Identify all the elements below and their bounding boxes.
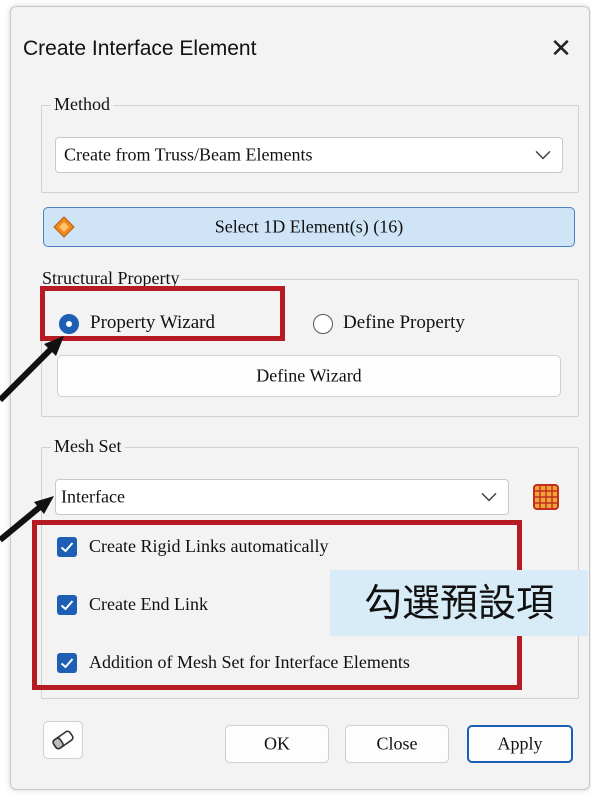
title-bar[interactable]: Create Interface Element ✕ <box>11 7 589 83</box>
define-wizard-button[interactable]: Define Wizard <box>57 355 561 397</box>
method-dropdown-value: Create from Truss/Beam Elements <box>64 144 313 165</box>
create-end-link-checkbox[interactable] <box>57 595 77 615</box>
chevron-down-icon <box>535 150 551 160</box>
mesh-set-legend: Mesh Set <box>51 436 125 457</box>
eraser-icon <box>52 730 74 750</box>
method-legend: Method <box>51 94 113 115</box>
chevron-down-icon <box>481 492 497 502</box>
apply-button[interactable]: Apply <box>467 725 573 763</box>
mesh-grid-icon[interactable] <box>533 484 559 510</box>
mesh-set-dropdown-value: Interface <box>61 486 125 507</box>
define-property-label[interactable]: Define Property <box>343 312 465 334</box>
addition-of-mesh-set-checkbox[interactable] <box>57 653 77 673</box>
checkmark-icon <box>60 542 74 553</box>
apply-label: Apply <box>497 733 543 754</box>
define-wizard-label: Define Wizard <box>256 365 362 386</box>
create-end-link-label[interactable]: Create End Link <box>89 594 208 615</box>
ok-button[interactable]: OK <box>225 725 329 763</box>
property-wizard-label[interactable]: Property Wizard <box>90 312 215 334</box>
method-dropdown[interactable]: Create from Truss/Beam Elements <box>55 137 563 173</box>
property-wizard-radio[interactable] <box>59 314 79 334</box>
addition-of-mesh-set-label[interactable]: Addition of Mesh Set for Interface Eleme… <box>89 652 410 673</box>
create-rigid-links-checkbox[interactable] <box>57 537 77 557</box>
dialog-title: Create Interface Element <box>23 37 257 60</box>
close-button[interactable]: Close <box>345 725 449 763</box>
mesh-set-dropdown[interactable]: Interface <box>55 479 509 515</box>
create-interface-element-dialog: Create Interface Element ✕ Method Create… <box>10 6 590 790</box>
close-label: Close <box>376 733 418 754</box>
checkmark-icon <box>60 600 74 611</box>
annotation-text: 勾選預設項 <box>330 570 588 636</box>
ok-label: OK <box>264 733 290 754</box>
structural-property-legend: Structural Property <box>39 268 183 289</box>
select-1d-elements-label: Select 1D Element(s) (16) <box>214 216 404 237</box>
define-property-radio[interactable] <box>313 314 333 334</box>
checkmark-icon <box>60 658 74 669</box>
eraser-button[interactable] <box>43 721 83 759</box>
select-1d-elements-button[interactable]: Select 1D Element(s) (16) <box>43 207 575 247</box>
create-rigid-links-label[interactable]: Create Rigid Links automatically <box>89 536 328 557</box>
close-icon[interactable]: ✕ <box>539 27 583 71</box>
